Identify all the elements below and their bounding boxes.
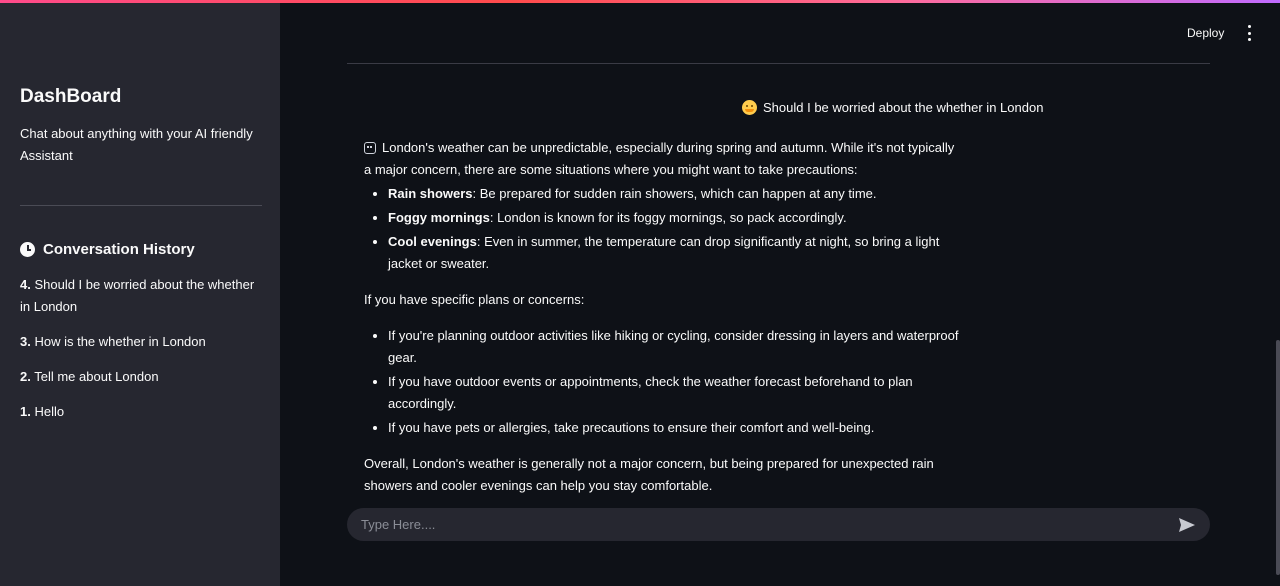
send-icon — [1179, 517, 1195, 532]
list-item: If you have pets or allergies, take prec… — [388, 417, 964, 439]
bullet-bold: Cool evenings — [388, 234, 477, 249]
user-message: Should I be worried about the whether in… — [742, 100, 1043, 115]
list-item: If you have outdoor events or appointmen… — [388, 371, 964, 415]
assistant-intro-text: London's weather can be unpredictable, e… — [364, 140, 955, 177]
chat-input[interactable] — [347, 507, 1172, 542]
history-item-number: 3. — [20, 334, 31, 349]
history-header-label: Conversation History — [43, 241, 195, 258]
clock-icon — [20, 242, 35, 257]
list-item: Cool evenings: Even in summer, the tempe… — [388, 231, 964, 275]
chat-input-container — [347, 507, 1210, 542]
history-item-text: Should I be worried about the whether in… — [20, 277, 255, 314]
top-accent-stripe — [0, 0, 1280, 3]
assistant-intro: London's weather can be unpredictable, e… — [364, 137, 964, 181]
plans-intro: If you have specific plans or concerns: — [364, 292, 585, 307]
plans-bullet-list: If you're planning outdoor activities li… — [364, 325, 964, 439]
history-item-number: 2. — [20, 369, 31, 384]
bullet-bold: Rain showers — [388, 186, 473, 201]
chat-divider — [347, 63, 1210, 64]
sidebar-divider — [20, 205, 262, 206]
assistant-conclusion: Overall, London's weather is generally n… — [364, 456, 934, 493]
history-item-text: Tell me about London — [34, 369, 159, 384]
more-options-icon[interactable] — [1245, 25, 1253, 41]
history-item-text: Hello — [34, 404, 65, 419]
history-list: 4. Should I be worried about the whether… — [20, 274, 265, 436]
bullet-text: : Be prepared for sudden rain showers, w… — [472, 186, 877, 201]
robot-icon — [364, 142, 376, 154]
main-area: Deploy Should I be worried about the whe… — [280, 0, 1280, 586]
assistant-message: London's weather can be unpredictable, e… — [364, 137, 964, 497]
history-item-4[interactable]: 4. Should I be worried about the whether… — [20, 274, 265, 318]
list-item: Rain showers: Be prepared for sudden rai… — [388, 183, 964, 205]
history-item-2[interactable]: 2. Tell me about London — [20, 366, 265, 388]
sidebar-subtitle: Chat about anything with your AI friendl… — [20, 126, 253, 163]
list-item: Foggy mornings: London is known for its … — [388, 207, 964, 229]
sidebar: DashBoard Chat about anything with your … — [0, 0, 280, 586]
history-item-number: 1. — [20, 404, 31, 419]
sidebar-title: DashBoard — [20, 86, 122, 107]
history-item-number: 4. — [20, 277, 31, 292]
history-item-text: How is the whether in London — [34, 334, 206, 349]
history-item-1[interactable]: 1. Hello — [20, 401, 265, 423]
scrollbar[interactable] — [1276, 340, 1280, 575]
list-item: If you're planning outdoor activities li… — [388, 325, 964, 369]
conversation-history-header: Conversation History — [20, 241, 195, 258]
bullet-bold: Foggy mornings — [388, 210, 490, 225]
user-avatar-icon — [742, 100, 757, 115]
weather-bullet-list: Rain showers: Be prepared for sudden rai… — [364, 183, 964, 275]
deploy-button[interactable]: Deploy — [1183, 24, 1228, 42]
user-message-text: Should I be worried about the whether in… — [763, 100, 1044, 115]
send-button[interactable] — [1172, 510, 1202, 540]
history-item-3[interactable]: 3. How is the whether in London — [20, 331, 265, 353]
bullet-text: : London is known for its foggy mornings… — [489, 210, 847, 225]
